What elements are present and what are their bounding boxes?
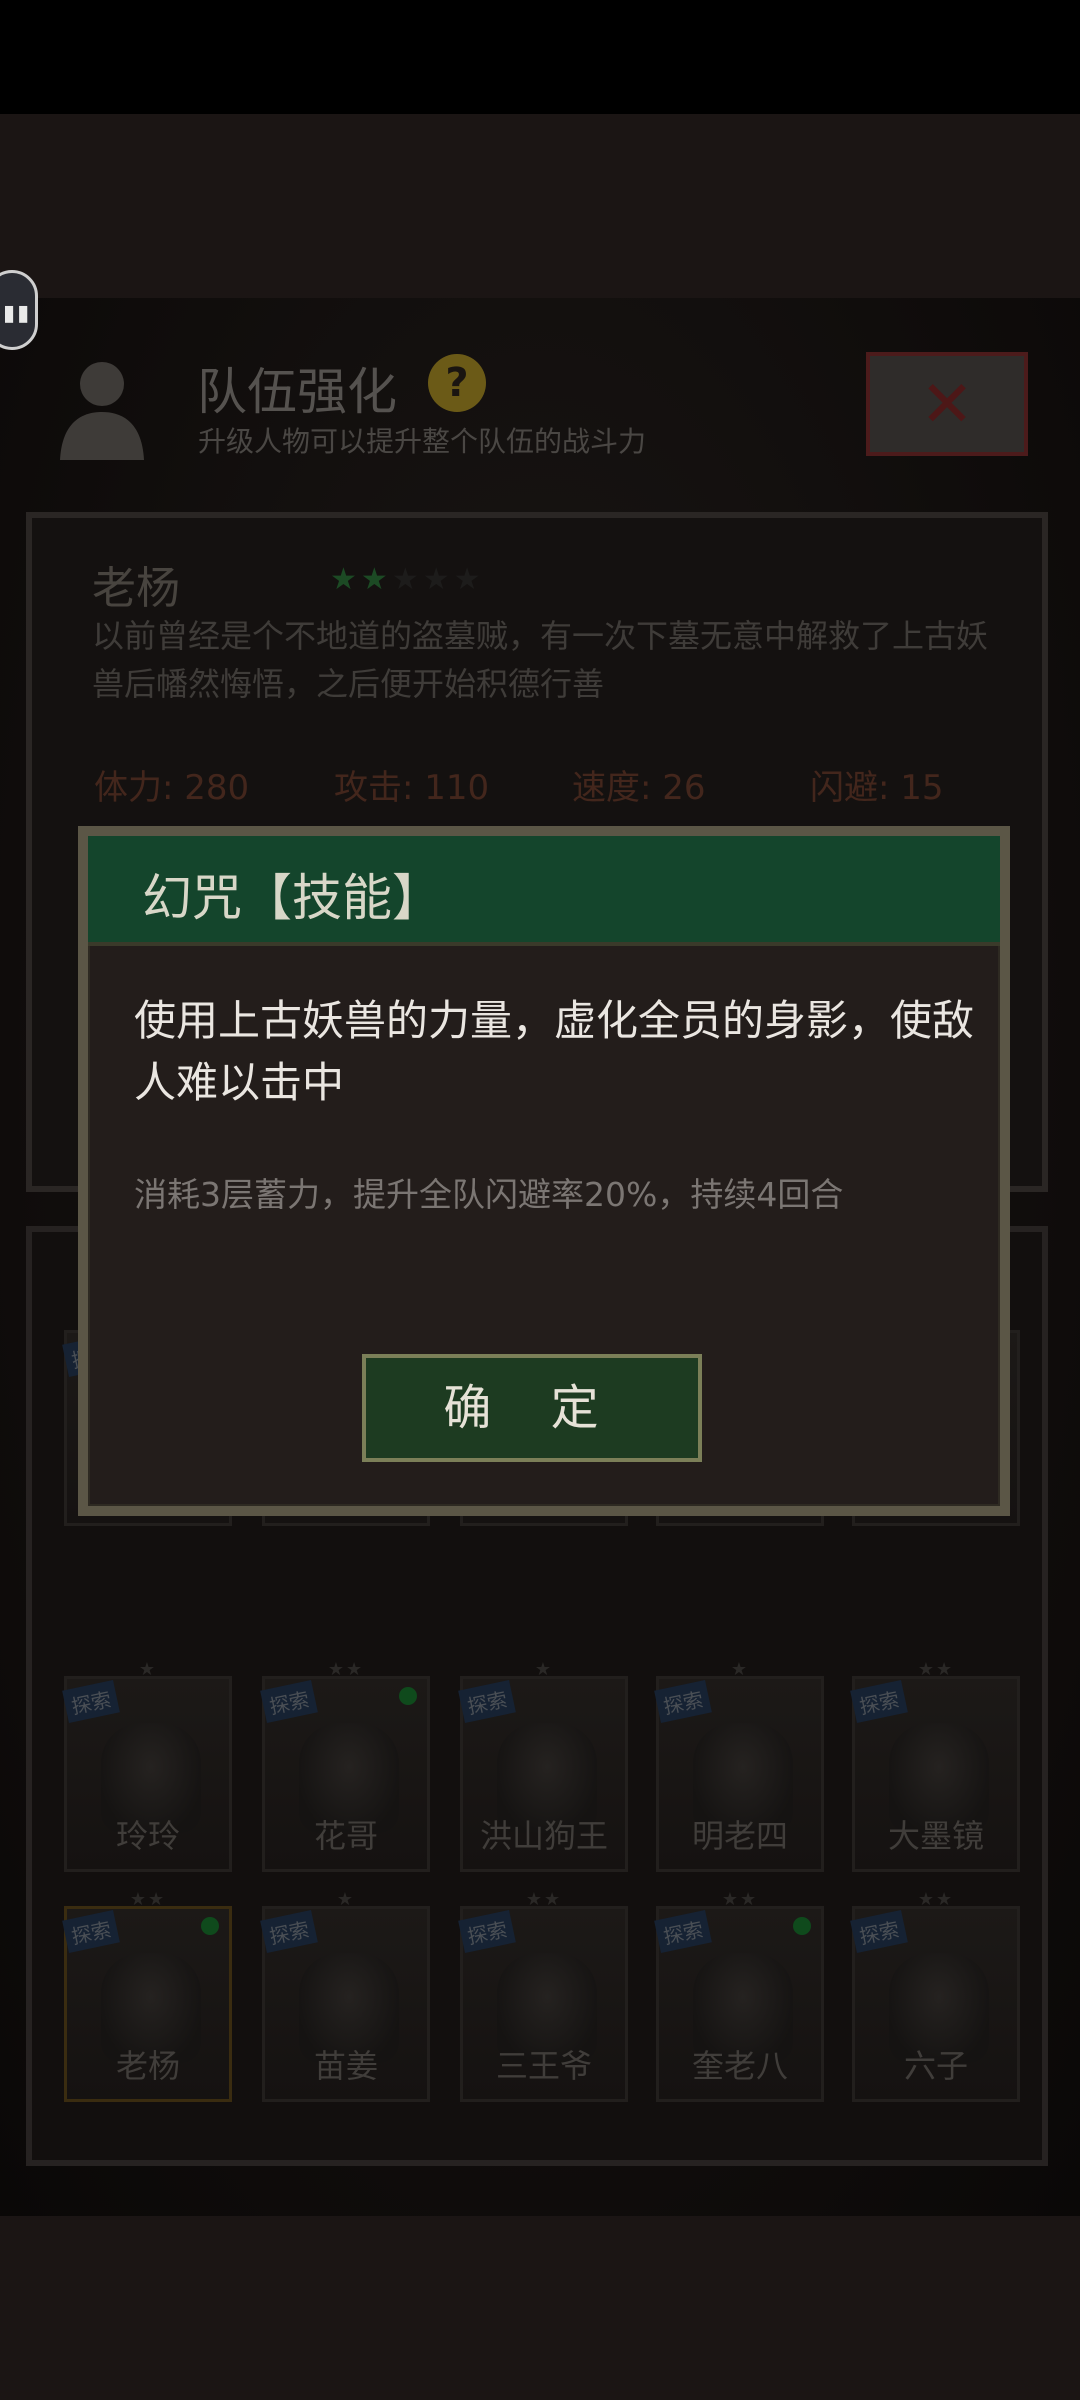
roster-card-stars: ★★: [327, 1659, 365, 1680]
skill-dialog-title: 幻咒【技能】: [142, 869, 442, 927]
confirm-button[interactable]: 确 定: [362, 1354, 702, 1462]
close-button[interactable]: ✕: [866, 352, 1028, 456]
page-subtitle: 升级人物可以提升整个队伍的战斗力: [198, 425, 647, 458]
roster-card-name: 洪山狗王: [479, 1817, 608, 1855]
explore-tag: 探索: [654, 1909, 712, 1954]
bottom-letterbox: [0, 2216, 1080, 2400]
star-empty-icon: ★: [391, 562, 423, 597]
star-empty-icon: ★: [453, 562, 485, 597]
skill-effect-note: 消耗3层蓄力，提升全队闪避率20%，持续4回合: [134, 1175, 844, 1214]
status-bar: [0, 0, 1080, 114]
roster-card-stars: ★★: [129, 1889, 167, 1910]
roster-card[interactable]: ★ 探索明老四: [654, 1659, 824, 1872]
roster-card-stars: ★★: [721, 1889, 759, 1910]
explore-tag: 探索: [850, 1909, 908, 1954]
roster-card[interactable]: ★ 探索洪山狗王: [458, 1659, 628, 1872]
explore-tag: 探索: [654, 1679, 712, 1724]
stat-speed: 速度: 26: [572, 768, 706, 808]
team-avatar-icon: [60, 362, 144, 460]
explore-tag: 探索: [62, 1909, 120, 1954]
star-icon: ★: [330, 562, 361, 597]
explore-tag: 探索: [850, 1679, 908, 1724]
roster-card-stars: ★★: [917, 1889, 955, 1910]
active-indicator-dot: [201, 1917, 219, 1935]
character-star-rating: ★★★★★: [330, 562, 485, 597]
stat-hp: 体力: 280: [94, 768, 250, 808]
roster-card-name: 三王爷: [495, 2047, 592, 2085]
roster-card-stars: ★: [336, 1889, 356, 1910]
roster-card[interactable]: ★ 探索玲玲: [62, 1659, 232, 1872]
roster-card[interactable]: ★★ 探索三王爷: [458, 1889, 628, 2102]
explore-tag: 探索: [458, 1679, 516, 1724]
top-letterbox: [0, 114, 1080, 298]
roster-card-name: 花哥: [313, 1817, 378, 1855]
close-icon: ✕: [920, 368, 974, 442]
roster-card-stars: ★★: [525, 1889, 563, 1910]
explore-tag: 探索: [458, 1909, 516, 1954]
roster-card-name: 苗姜: [313, 2047, 378, 2085]
character-name: 老杨: [92, 563, 180, 614]
stat-attack: 攻击: 110: [334, 768, 490, 808]
roster-card[interactable]: ★★ 探索六子: [850, 1889, 1020, 2102]
stat-evasion: 闪避: 15: [810, 768, 944, 808]
explore-tag: 探索: [62, 1679, 120, 1724]
skill-description: 使用上古妖兽的力量，虚化全员的身影，使敌人难以击中: [134, 996, 975, 1107]
roster-card-stars: ★: [138, 1659, 158, 1680]
roster-card-stars: ★★: [917, 1659, 955, 1680]
page-title: 队伍强化: [197, 363, 397, 421]
roster-card-name: 玲玲: [115, 1817, 180, 1855]
roster-card[interactable]: ★★ 探索大墨镜: [850, 1659, 1020, 1872]
roster-card-name: 六子: [903, 2047, 968, 2085]
roster-card-name: 老杨: [115, 2047, 180, 2085]
active-indicator-dot: [399, 1687, 417, 1705]
roster-card-stars: ★: [730, 1659, 750, 1680]
roster-card[interactable]: ★★ 探索老杨: [62, 1889, 232, 2102]
active-indicator-dot: [793, 1917, 811, 1935]
roster-card-stars: ★: [534, 1659, 554, 1680]
star-empty-icon: ★: [422, 562, 454, 597]
help-icon[interactable]: ?: [428, 354, 486, 412]
roster-card[interactable]: ★★ 探索奎老八: [654, 1889, 824, 2102]
character-description: 以前曾经是个不地道的盗墓贼，有一次下墓无意中解救了上古妖兽后幡然悔悟，之后便开始…: [92, 617, 989, 703]
roster-card[interactable]: ★ 探索苗姜: [260, 1889, 430, 2102]
floating-assistant-button[interactable]: ▮▮: [0, 270, 38, 350]
roster-card-name: 奎老八: [691, 2047, 788, 2085]
explore-tag: 探索: [260, 1679, 318, 1724]
explore-tag: 探索: [260, 1909, 318, 1954]
roster-card[interactable]: ★★ 探索花哥: [260, 1659, 430, 1872]
star-icon: ★: [360, 562, 392, 597]
roster-card-name: 明老四: [691, 1817, 788, 1855]
roster-card-name: 大墨镜: [887, 1817, 984, 1855]
assistant-face-icon: ▮▮: [3, 301, 32, 326]
